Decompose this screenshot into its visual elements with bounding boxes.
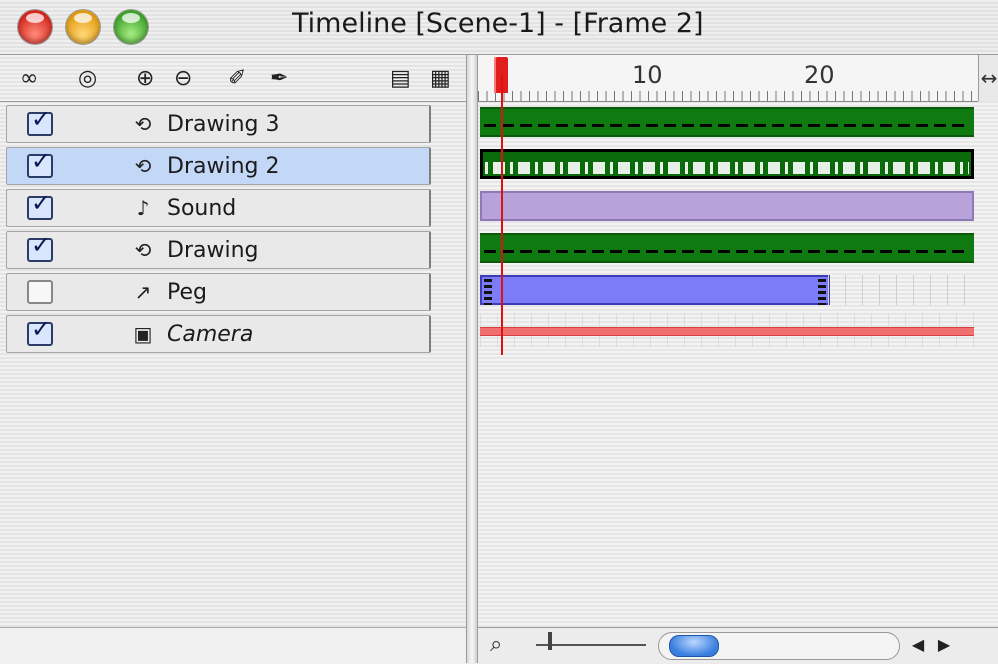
sound-icon: ♪: [136, 196, 150, 220]
folder-icon[interactable]: ▤: [390, 65, 411, 91]
drawing-icon: ⟲: [134, 112, 152, 136]
camera-bar[interactable]: [480, 327, 974, 336]
visibility-checkbox[interactable]: ✓: [27, 231, 53, 262]
track-drawing-2[interactable]: [478, 147, 976, 181]
remove-layer-icon[interactable]: ⊖: [174, 65, 192, 91]
frame-ruler[interactable]: 10 20: [478, 55, 978, 102]
layer-row-sound[interactable]: ✓ ♪ Sound: [6, 189, 431, 227]
visibility-checkbox[interactable]: [27, 280, 53, 304]
peg-bar[interactable]: [480, 275, 830, 305]
layer-name: Drawing 2: [167, 154, 280, 179]
scroll-left-icon[interactable]: ◀: [908, 632, 928, 658]
drawing-icon: ⟲: [134, 154, 152, 178]
ruler-ticks: [478, 91, 978, 101]
empty-cells: [828, 275, 974, 305]
layer-panel-footer: [0, 627, 466, 664]
layer-name: Camera: [167, 322, 254, 347]
layer-row-drawing-2[interactable]: ✓ ⟲ Drawing 2: [6, 147, 431, 185]
visibility-checkbox[interactable]: ✓: [27, 189, 53, 220]
visibility-checkbox[interactable]: ✓: [27, 105, 53, 136]
track-drawing-3[interactable]: [478, 105, 976, 139]
keyframe-marker[interactable]: [818, 279, 826, 305]
layer-toolbar: ∞ ◎ ⊕ ⊖ ✐ ✒ ▤ ▦: [0, 55, 466, 102]
add-layer-icon[interactable]: ⊕: [136, 65, 154, 91]
properties-icon[interactable]: ▦: [430, 65, 451, 91]
scrollbar-thumb[interactable]: [669, 635, 719, 657]
track-peg[interactable]: [478, 273, 976, 307]
layer-panel: ∞ ◎ ⊕ ⊖ ✐ ✒ ▤ ▦ ✓ ⟲ Drawing 3 ✓ ⟲ Drawin…: [0, 55, 466, 664]
horizontal-scrollbar[interactable]: [658, 632, 900, 660]
timeline-panel: 10 20 ↔ ⌕ ◀ ▶: [478, 55, 998, 664]
track-drawing[interactable]: [478, 231, 976, 265]
pane-splitter[interactable]: [466, 55, 478, 663]
zoom-slider[interactable]: [536, 644, 646, 646]
title-bar: Timeline [Scene-1] - [Frame 2]: [0, 0, 998, 55]
minimize-button[interactable]: [66, 10, 100, 44]
peg-icon: ↗: [134, 280, 152, 304]
timeline-footer: ⌕ ◀ ▶: [478, 627, 998, 664]
circle-icon[interactable]: ◎: [78, 65, 97, 91]
sound-bar[interactable]: [480, 191, 974, 221]
ruler-label-10: 10: [632, 61, 663, 89]
zoom-button[interactable]: [114, 10, 148, 44]
visibility-checkbox[interactable]: ✓: [27, 315, 53, 346]
ruler-label-20: 20: [804, 61, 835, 89]
layer-name: Sound: [167, 196, 237, 221]
layer-row-drawing-3[interactable]: ✓ ⟲ Drawing 3: [6, 105, 431, 143]
layer-name: Peg: [167, 280, 207, 305]
layer-row-camera[interactable]: ✓ ▣ Camera: [6, 315, 431, 353]
close-button[interactable]: [18, 10, 52, 44]
layer-name: Drawing: [167, 238, 259, 263]
playhead-line: [501, 75, 503, 355]
layer-name: Drawing 3: [167, 112, 280, 137]
track-camera[interactable]: [478, 313, 976, 347]
exposure-bar[interactable]: [480, 233, 974, 263]
track-sound[interactable]: [478, 189, 976, 223]
window-title: Timeline [Scene-1] - [Frame 2]: [292, 8, 704, 39]
zoom-slider-handle[interactable]: [548, 632, 552, 650]
peg-icon[interactable]: ✒: [270, 65, 288, 91]
camera-icon: ▣: [133, 322, 153, 346]
drawing-icon: ⟲: [134, 238, 152, 262]
onion-skin-icon[interactable]: ∞: [20, 65, 38, 91]
exposure-bar[interactable]: [480, 107, 974, 137]
layer-row-drawing[interactable]: ✓ ⟲ Drawing: [6, 231, 431, 269]
keyframe-bar[interactable]: [480, 149, 974, 179]
keyframe-marker[interactable]: [484, 279, 492, 305]
expand-icon[interactable]: ↔: [978, 55, 998, 101]
magnifier-icon[interactable]: ⌕: [490, 632, 502, 657]
drawing-icon[interactable]: ✐: [228, 65, 246, 91]
visibility-checkbox[interactable]: ✓: [27, 147, 53, 178]
layer-row-peg[interactable]: ↗ Peg: [6, 273, 431, 311]
scroll-right-icon[interactable]: ▶: [934, 632, 954, 658]
